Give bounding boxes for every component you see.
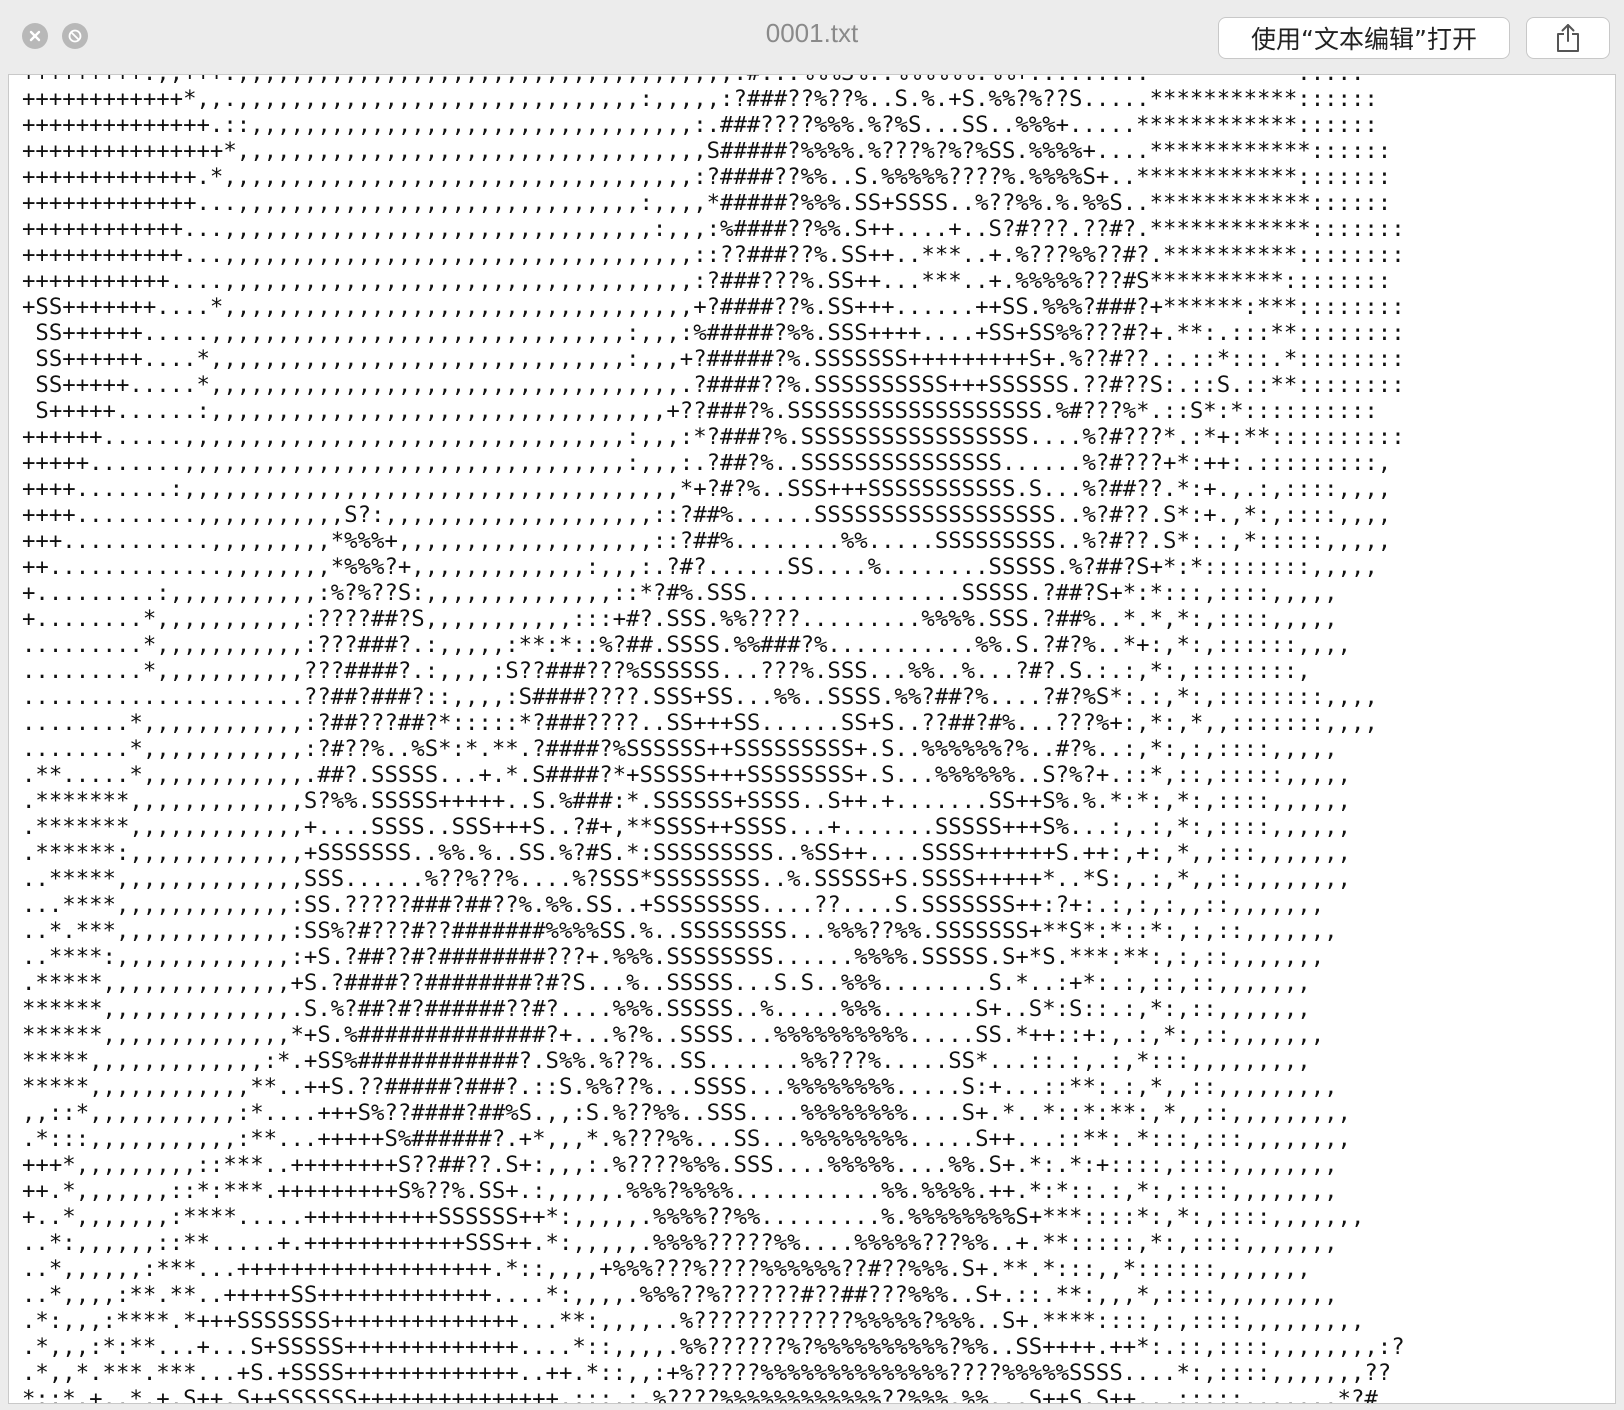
file-text-content: +++++++++.,,+++.,,,,,,,,,,,,,,,,,,,,,,,,… (22, 75, 1405, 1404)
title-bar: 0001.txt 使用“文本编辑”打开 (0, 0, 1624, 74)
share-button[interactable] (1526, 17, 1610, 59)
quicklook-window: 0001.txt 使用“文本编辑”打开 +++++++++.,,+++.,,,,… (0, 0, 1624, 1410)
share-icon (1557, 24, 1579, 52)
open-with-textedit-button[interactable]: 使用“文本编辑”打开 (1218, 17, 1510, 59)
file-preview-area[interactable]: +++++++++.,,+++.,,,,,,,,,,,,,,,,,,,,,,,,… (8, 74, 1616, 1404)
